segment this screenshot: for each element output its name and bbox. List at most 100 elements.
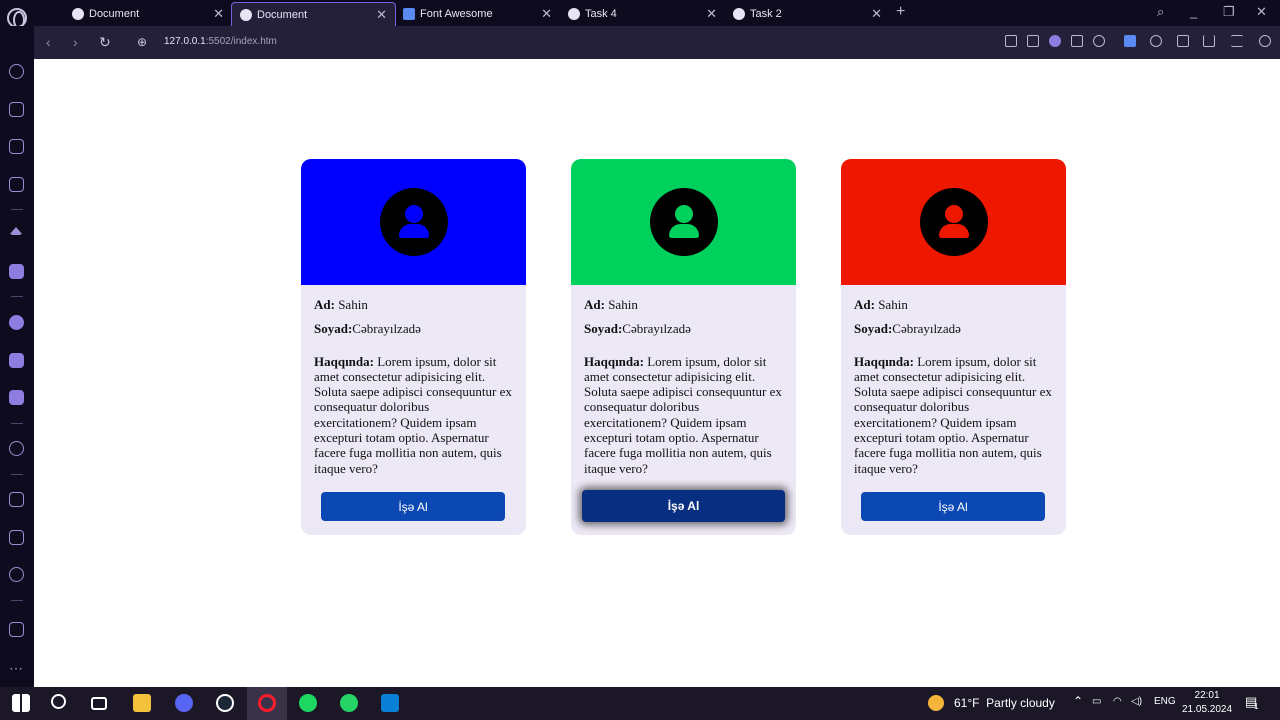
chip-icon[interactable] <box>9 177 24 192</box>
weather-widget[interactable]: 61°F Partly cloudy <box>954 696 1055 710</box>
twitch-icon[interactable] <box>9 139 24 154</box>
tab-label: Font Awesome <box>420 8 493 20</box>
tiktok-icon[interactable] <box>9 390 24 405</box>
download-icon[interactable] <box>1203 35 1215 47</box>
name-label: Ad: <box>854 297 875 312</box>
tab-font-awesome[interactable]: Font Awesome ✕ <box>395 2 560 26</box>
card-header <box>841 159 1066 285</box>
close-icon[interactable]: ✕ <box>706 6 717 22</box>
heart-icon[interactable] <box>1093 35 1105 47</box>
url-host: 127.0.0.1 <box>164 36 206 47</box>
chatgpt-icon[interactable] <box>9 264 24 279</box>
tab-document-1[interactable]: Document ✕ <box>64 2 232 26</box>
sidebar-divider <box>11 209 23 210</box>
wifi-icon[interactable]: ◠ <box>1113 696 1122 707</box>
name-value: Sahin <box>874 297 908 312</box>
tab-strip: Document ✕ Document ✕ Font Awesome ✕ Tas… <box>0 0 1280 29</box>
forward-icon[interactable]: › <box>73 34 78 50</box>
about-label: Haqqında: <box>584 353 644 369</box>
instagram-icon[interactable] <box>9 353 24 368</box>
close-icon[interactable]: ✕ <box>871 6 882 22</box>
task-view-icon[interactable] <box>91 697 107 710</box>
profile-card: Ad: Sahin Soyad:Cəbrayılzadə Haqqında: L… <box>841 159 1066 535</box>
profile-icon[interactable] <box>1259 35 1271 47</box>
minimize-icon[interactable]: _ <box>1190 4 1197 19</box>
tab-label: Document <box>257 8 308 21</box>
globe-icon <box>72 8 84 20</box>
whatsapp-icon[interactable] <box>340 694 358 712</box>
weather-temp: 61°F <box>954 696 980 710</box>
my-flow-icon[interactable] <box>9 530 24 545</box>
player-icon[interactable] <box>9 441 24 456</box>
tab-task-4[interactable]: Task 4 ✕ <box>560 2 725 26</box>
close-icon[interactable]: ✕ <box>376 7 387 23</box>
camera-icon[interactable] <box>1027 35 1039 47</box>
site-info-icon[interactable]: ⊕ <box>137 35 147 49</box>
notification-count: 1 <box>1254 702 1259 711</box>
shield-icon[interactable] <box>1049 35 1061 47</box>
pin-board-icon[interactable] <box>9 492 24 507</box>
about-label: Haqqında: <box>854 353 914 369</box>
windows-start-icon[interactable] <box>12 694 30 712</box>
close-icon[interactable]: ✕ <box>213 6 224 22</box>
vscode-icon[interactable] <box>381 694 399 712</box>
history-icon[interactable] <box>9 567 24 582</box>
aria-icon[interactable] <box>9 227 23 235</box>
url-field[interactable]: 127.0.0.1:5502/index.htm <box>164 36 277 47</box>
surname-value: Cəbrayılzadə <box>352 321 421 337</box>
hire-button[interactable]: İşə Al <box>582 490 785 522</box>
spotify-icon[interactable] <box>299 694 317 712</box>
new-tab-icon[interactable]: + <box>896 3 905 21</box>
sidebar-divider <box>11 474 23 475</box>
messenger-icon[interactable] <box>9 315 24 330</box>
tab-document-2[interactable]: Document ✕ <box>231 2 396 26</box>
clock[interactable]: 22:01 21.05.2024 <box>1182 689 1232 717</box>
gallery-icon[interactable] <box>9 622 24 637</box>
url-path: :5502/index.htm <box>205 36 277 47</box>
hire-button[interactable]: İşə Al <box>321 492 505 521</box>
send-icon[interactable] <box>1071 35 1083 47</box>
window-close-icon[interactable]: ✕ <box>1256 4 1267 20</box>
card-body: Ad: Sahin Soyad:Cəbrayılzadə Haqqında: L… <box>841 285 1066 476</box>
restore-icon[interactable]: ❐ <box>1223 4 1235 20</box>
search-tabs-icon[interactable]: ⌕ <box>1157 4 1164 20</box>
card-body: Ad: Sahin Soyad:Cəbrayılzadə Haqqında: L… <box>301 285 526 476</box>
globe-icon <box>240 8 252 21</box>
battery-icon[interactable]: ▭ <box>1092 696 1101 707</box>
opera-icon[interactable] <box>258 694 276 712</box>
close-icon[interactable]: ✕ <box>541 6 552 22</box>
reload-icon[interactable]: ↻ <box>99 34 111 51</box>
language-indicator[interactable]: ENG <box>1154 696 1176 707</box>
bag-icon[interactable] <box>9 102 24 117</box>
about-text: Lorem ipsum, dolor sit amet consectetur … <box>314 353 512 476</box>
opera-logo-icon[interactable] <box>7 8 27 29</box>
volume-icon[interactable]: ◁) <box>1131 696 1142 707</box>
hire-button[interactable]: İşə Al <box>861 492 1045 521</box>
chevron-up-icon[interactable]: ⌃ <box>1073 694 1083 708</box>
user-avatar-icon <box>649 188 718 256</box>
tab-task-2[interactable]: Task 2 ✕ <box>725 2 890 26</box>
surname-value: Cəbrayılzadə <box>622 321 691 337</box>
back-icon[interactable]: ‹ <box>46 34 51 50</box>
more-icon[interactable]: ⋯ <box>9 660 23 677</box>
surname-label: Soyad: <box>314 321 353 337</box>
discord-icon[interactable] <box>175 694 193 712</box>
settings-icon[interactable] <box>1150 35 1162 47</box>
edit-icon[interactable] <box>1005 35 1017 47</box>
taskbar: 61°F Partly cloudy ⌃ ▭ ◠ ◁) ENG 22:01 21… <box>0 687 1280 720</box>
surname-label: Soyad: <box>854 321 893 337</box>
file-explorer-icon[interactable] <box>133 694 151 712</box>
tab-label: Task 2 <box>750 8 782 20</box>
wallet-icon[interactable] <box>1124 35 1136 47</box>
menu-icon[interactable] <box>1231 35 1243 47</box>
card-header <box>571 159 796 285</box>
surname-value: Cəbrayılzadə <box>892 321 961 337</box>
extensions-icon[interactable] <box>1177 35 1189 47</box>
name-label: Ad: <box>584 297 605 312</box>
weather-icon[interactable] <box>928 695 944 711</box>
steam-icon[interactable] <box>216 694 234 712</box>
search-icon[interactable] <box>51 694 66 709</box>
sidebar-divider <box>11 423 23 424</box>
sidebar-divider <box>11 600 23 601</box>
speed-dial-icon[interactable] <box>9 64 24 79</box>
